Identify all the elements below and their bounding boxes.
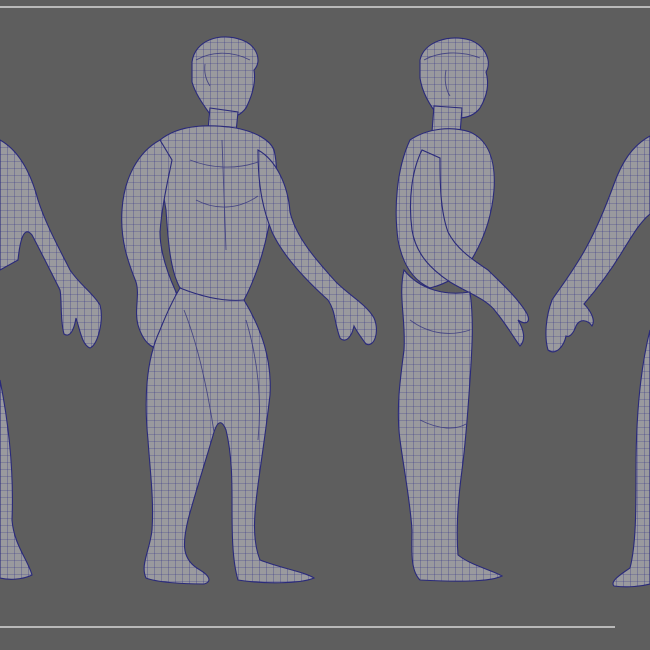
figure-side-profile[interactable] [395, 37, 529, 582]
figure-right-partial[interactable] [545, 135, 650, 588]
wireframe-stage [0, 36, 650, 588]
figure-three-quarter-front[interactable] [121, 36, 377, 585]
figure-left-partial[interactable] [0, 139, 102, 580]
maya-viewport[interactable] [0, 0, 650, 650]
